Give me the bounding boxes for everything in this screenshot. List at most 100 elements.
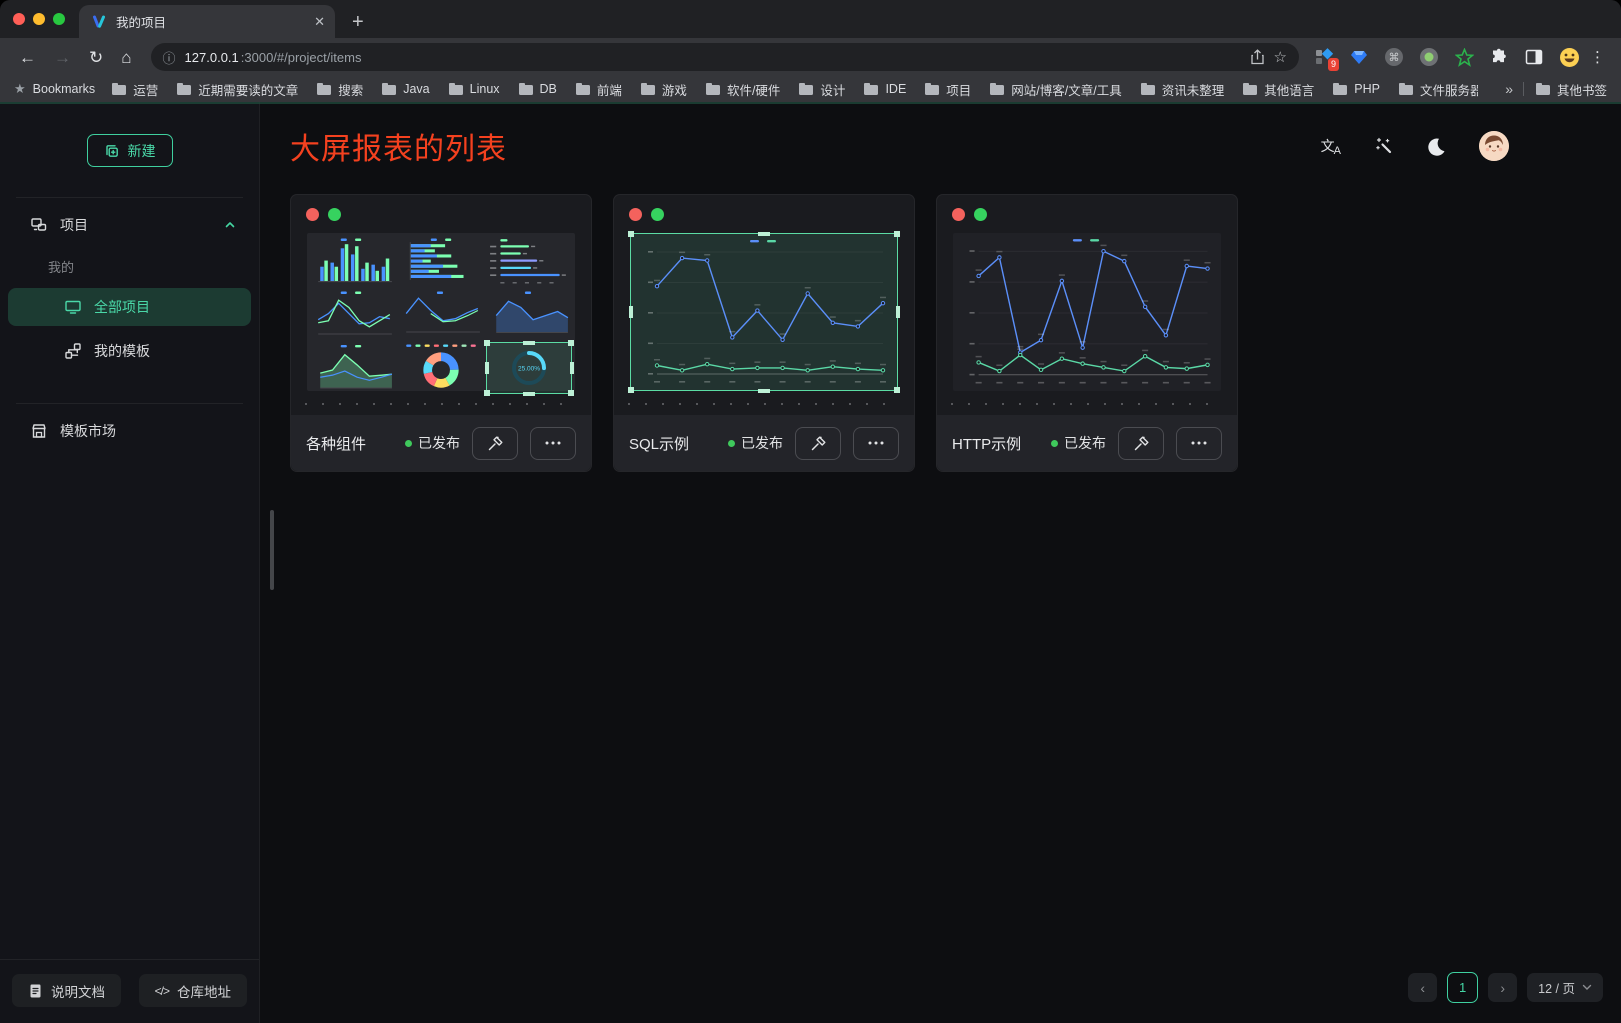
bookmark-label: 搜索 [338,80,363,99]
sidebar-item-all-projects[interactable]: 全部项目 [8,288,251,326]
edit-project-button[interactable] [472,427,518,460]
scrollbar-thumb[interactable] [270,510,274,590]
next-page-button[interactable]: › [1488,973,1517,1002]
folder-icon [641,85,655,95]
extension-command-icon[interactable]: ⌘ [1383,46,1405,68]
reload-icon[interactable]: ↻ [89,49,103,66]
bookmark-folder[interactable]: 软件/硬件 [706,80,780,99]
project-preview-thumbnail[interactable] [953,233,1221,391]
sidebar-item-my-templates[interactable]: 我的模板 [8,332,251,370]
status-label: 已发布 [1064,433,1106,453]
more-actions-button[interactable] [853,427,899,460]
folder-icon [449,85,463,95]
folder-icon [317,85,331,95]
project-preview-thumbnail[interactable]: 25.00% [307,233,575,391]
bookmark-folder[interactable]: 其他语言 [1243,80,1314,99]
project-card[interactable]: SQL示例 已发布 [613,194,915,472]
bookmark-folder[interactable]: 设计 [799,80,845,99]
mini-gauge-chart-selected[interactable]: 25.00% [486,342,572,394]
close-window-button[interactable] [13,13,25,25]
status-badge: 已发布 [728,433,783,453]
bookmark-folder[interactable]: 项目 [925,80,971,99]
edit-project-button[interactable] [1118,427,1164,460]
bookmarks-root-button[interactable]: ★ Bookmarks [14,81,95,97]
extensions-puzzle-icon[interactable] [1488,46,1510,68]
bookmark-folder[interactable]: 运营 [112,80,158,99]
bookmark-label: 近期需要读的文章 [198,80,298,99]
more-actions-button[interactable] [1176,427,1222,460]
green-dot-icon [328,208,341,221]
browser-window: 我的项目 ✕ + ← → ↻ ⌂ ⓘ 127.0.0.1 :3000/#/pro… [0,0,1621,1023]
bookmark-folder[interactable]: Java [382,82,429,96]
repo-label: 仓库地址 [177,981,231,1001]
dark-mode-moon-icon[interactable] [1427,137,1446,156]
edit-project-button[interactable] [795,427,841,460]
new-project-button[interactable]: 新建 [87,134,173,167]
share-icon[interactable] [1250,49,1265,65]
bookmark-label: Java [403,82,429,96]
extension-record-icon[interactable] [1418,46,1440,68]
browser-menu-icon[interactable]: ⋮ [1590,48,1605,66]
prev-page-button[interactable]: ‹ [1408,973,1437,1002]
project-card[interactable]: 25.00% 各种组件 已发布 [290,194,592,472]
more-actions-button[interactable] [530,427,576,460]
bookmark-folder[interactable]: 游戏 [641,80,687,99]
project-preview-thumbnail-selected[interactable] [630,233,898,391]
bookmark-folder[interactable]: DB [519,82,557,96]
folder-icon [1243,85,1257,95]
bookmark-folder[interactable]: 搜索 [317,80,363,99]
sidebar-item-template-market[interactable]: 模板市场 [0,404,259,454]
bookmark-folder[interactable]: IDE [864,82,906,96]
url-bar[interactable]: ⓘ 127.0.0.1 :3000/#/project/items ☆ [151,43,1299,71]
monitor-icon [64,298,82,316]
current-page-button[interactable]: 1 [1447,972,1478,1003]
folder-icon [112,85,126,95]
bookmark-folder[interactable]: 网站/博客/文章/工具 [990,80,1121,99]
main-content: 大屏报表的列表 文A [260,102,1621,1023]
minimize-window-button[interactable] [33,13,45,25]
folder-icon [990,85,1004,95]
bookmark-folder[interactable]: 前端 [576,80,622,99]
hammer-icon [487,435,504,452]
bookmark-folder[interactable]: Linux [449,82,500,96]
forward-icon[interactable]: → [54,49,71,66]
bookmark-folder[interactable]: 文件服务器 [1399,80,1478,99]
new-tab-button[interactable]: + [352,12,364,32]
bookmark-label: PHP [1354,82,1380,96]
red-dot-icon [306,208,319,221]
sidebar-sub-label-my: 我的 [0,248,259,285]
chevron-up-icon[interactable] [223,218,237,232]
pagination: ‹ 1 › 12 / 页 [1408,972,1603,1003]
magic-wand-icon[interactable] [1375,137,1394,156]
back-icon[interactable]: ← [19,49,36,66]
bookmark-folder[interactable]: PHP [1333,82,1380,96]
other-bookmarks-button[interactable]: 其他书签 [1536,80,1607,99]
repo-button[interactable]: </> 仓库地址 [139,974,247,1007]
page-size-value: 12 / 页 [1538,978,1575,997]
bookmarks-overflow-icon[interactable]: » [1505,81,1513,97]
bookmark-star-icon[interactable]: ☆ [1274,48,1287,66]
sidebar-group-label: 项目 [60,215,88,235]
user-avatar[interactable] [1479,131,1509,161]
bookmarks-bar: ★ Bookmarks 运营 近期需要读的文章 搜索 Java Linux DB 前端游戏软… [0,76,1621,102]
project-card[interactable]: HTTP示例 已发布 [936,194,1238,472]
extension-green-star-icon[interactable] [1453,46,1475,68]
bookmark-folder[interactable]: 资讯未整理 [1141,80,1225,99]
extension-gem-icon[interactable] [1348,46,1370,68]
new-project-label: 新建 [128,141,156,161]
language-switch-icon[interactable]: 文A [1321,139,1342,154]
sidebar-group-projects[interactable]: 项目 [0,198,259,248]
docs-button[interactable]: 说明文档 [12,974,121,1007]
page-info-icon[interactable]: ⓘ [163,48,176,67]
home-icon[interactable]: ⌂ [121,49,131,66]
bookmark-label: 前端 [597,80,622,99]
mini-horizontal-bar-chart [398,236,484,287]
fullscreen-window-button[interactable] [53,13,65,25]
page-size-select[interactable]: 12 / 页 [1527,973,1603,1002]
bookmark-folder[interactable]: 近期需要读的文章 [177,80,298,99]
browser-tab[interactable]: 我的项目 ✕ [79,5,335,38]
side-panel-icon[interactable] [1523,46,1545,68]
tab-close-icon[interactable]: ✕ [314,14,325,30]
extension-grid-diamond-icon[interactable]: 9 [1313,46,1335,68]
emoji-extension-icon[interactable] [1558,46,1580,68]
